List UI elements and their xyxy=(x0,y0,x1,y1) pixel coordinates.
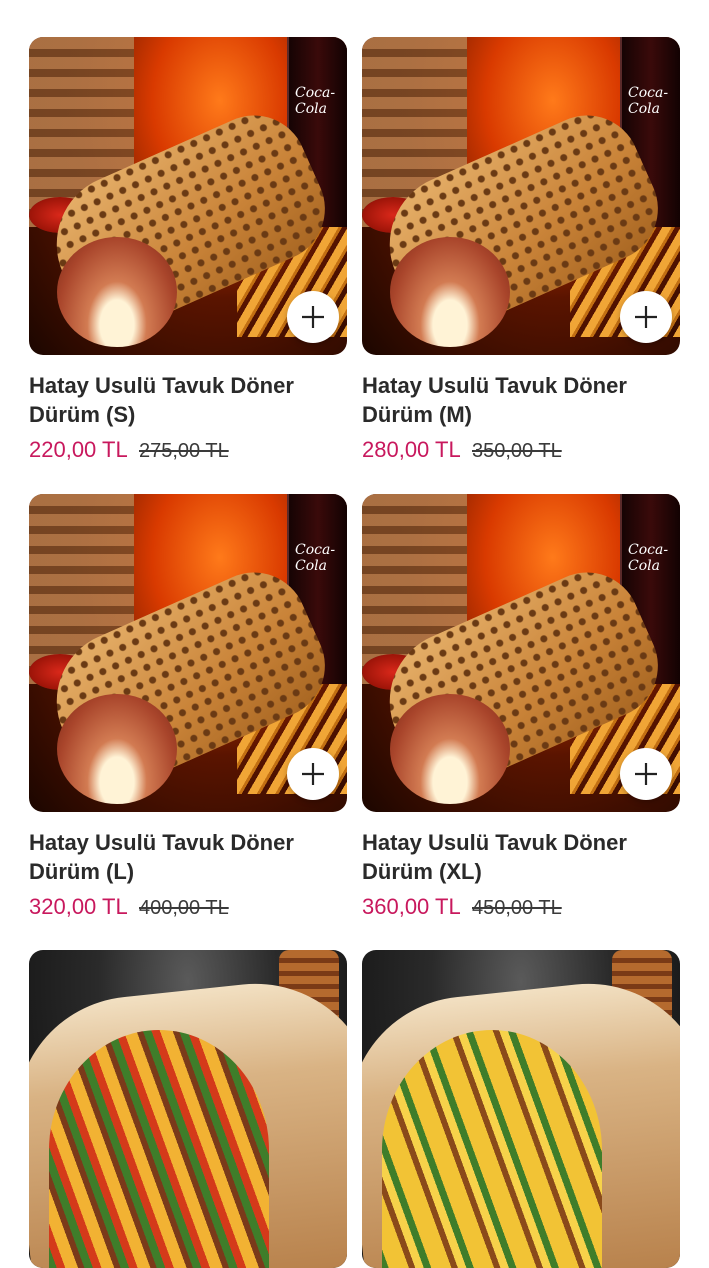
old-price: 275,00 TL xyxy=(139,440,229,462)
price-row: 320,00 TL 400,00 TL xyxy=(29,894,347,921)
add-to-cart-button[interactable] xyxy=(620,748,672,800)
durum-filling-graphic xyxy=(382,1030,602,1268)
product-card[interactable]: Coca-Cola Hatay Usulü Tavuk Döner Dürüm … xyxy=(362,494,680,921)
plus-icon xyxy=(302,306,324,328)
product-title[interactable]: Hatay Usulü Tavuk Döner Dürüm (L) xyxy=(29,828,347,886)
durum-filling-graphic xyxy=(49,1030,269,1268)
durum-filling-graphic xyxy=(57,237,177,347)
product-title[interactable]: Hatay Usulü Tavuk Döner Dürüm (S) xyxy=(29,371,347,429)
price-row: 360,00 TL 450,00 TL xyxy=(362,894,680,921)
price-row: 220,00 TL 275,00 TL xyxy=(29,437,347,464)
durum-filling-graphic xyxy=(390,694,510,804)
product-title[interactable]: Hatay Usulü Tavuk Döner Dürüm (M) xyxy=(362,371,680,429)
product-grid: Coca-Cola Hatay Usulü Tavuk Döner Dürüm … xyxy=(0,0,709,1268)
current-price: 220,00 TL xyxy=(29,437,127,462)
plus-icon xyxy=(635,306,657,328)
current-price: 320,00 TL xyxy=(29,894,127,919)
price-row: 280,00 TL 350,00 TL xyxy=(362,437,680,464)
product-image[interactable]: Coca-Cola xyxy=(29,37,347,355)
durum-filling-graphic xyxy=(390,237,510,347)
add-to-cart-button[interactable] xyxy=(287,748,339,800)
plus-icon xyxy=(635,763,657,785)
add-to-cart-button[interactable] xyxy=(620,291,672,343)
product-card[interactable]: Coca-Cola Hatay Usulü Tavuk Döner Dürüm … xyxy=(29,494,347,921)
durum-filling-graphic xyxy=(57,694,177,804)
add-to-cart-button[interactable] xyxy=(287,291,339,343)
current-price: 360,00 TL xyxy=(362,894,460,919)
product-image[interactable] xyxy=(29,950,347,1268)
product-card[interactable]: Coca-Cola Hatay Usulü Tavuk Döner Dürüm … xyxy=(29,37,347,464)
product-image[interactable]: Coca-Cola xyxy=(29,494,347,812)
old-price: 400,00 TL xyxy=(139,897,229,919)
old-price: 450,00 TL xyxy=(472,897,562,919)
current-price: 280,00 TL xyxy=(362,437,460,462)
product-card[interactable]: Coca-Cola Hatay Usulü Tavuk Döner Dürüm … xyxy=(362,37,680,464)
product-title[interactable]: Hatay Usulü Tavuk Döner Dürüm (XL) xyxy=(362,828,680,886)
product-image[interactable] xyxy=(362,950,680,1268)
product-image[interactable]: Coca-Cola xyxy=(362,494,680,812)
product-card[interactable] xyxy=(29,950,347,1268)
old-price: 350,00 TL xyxy=(472,440,562,462)
plus-icon xyxy=(302,763,324,785)
product-image[interactable]: Coca-Cola xyxy=(362,37,680,355)
product-card[interactable] xyxy=(362,950,680,1268)
